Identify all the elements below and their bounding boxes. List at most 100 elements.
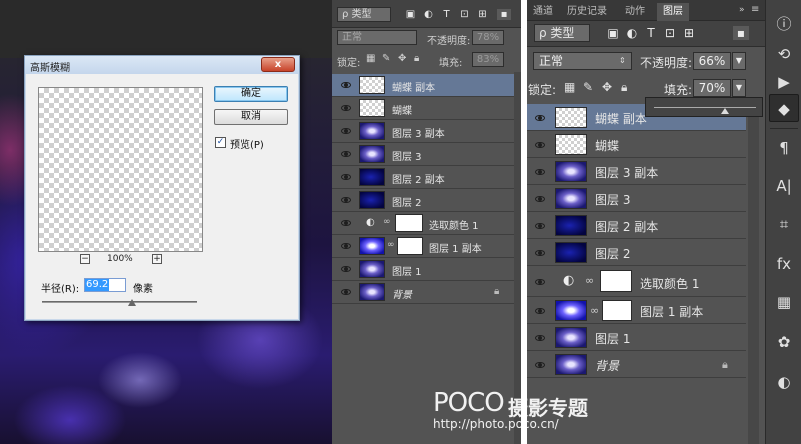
- fill-input[interactable]: 70%: [693, 79, 731, 97]
- ok-button[interactable]: 确定: [214, 86, 288, 102]
- visibility-eye-icon[interactable]: [341, 82, 351, 88]
- opacity-dropdown-icon[interactable]: ▼: [732, 52, 746, 70]
- visibility-eye-icon[interactable]: [341, 128, 351, 134]
- layer-row[interactable]: 背景 🔒︎: [332, 281, 514, 304]
- layer-row[interactable]: ◐ ∞ 选取颜色 1: [332, 212, 514, 235]
- layer-row[interactable]: 图层 3: [527, 185, 746, 212]
- visibility-eye-icon[interactable]: [535, 250, 545, 256]
- fill-dropdown-icon[interactable]: ▼: [732, 79, 746, 97]
- link-icon[interactable]: ∞: [383, 217, 391, 227]
- smart-object-filter-icon[interactable]: ⊞: [477, 9, 488, 20]
- layer-row[interactable]: 图层 3: [332, 143, 514, 166]
- tab-actions[interactable]: 动作: [619, 3, 651, 21]
- layer-row[interactable]: 背景 🔒︎: [527, 351, 746, 378]
- cancel-button[interactable]: 取消: [214, 109, 288, 125]
- link-icon[interactable]: ∞: [387, 240, 395, 250]
- preview-checkbox[interactable]: ✓: [215, 137, 226, 148]
- lock-all-icon[interactable]: 🔒︎: [621, 80, 627, 95]
- zoom-in-button[interactable]: +: [152, 254, 162, 264]
- smart-object-filter-icon[interactable]: ⊞: [682, 26, 696, 40]
- visibility-eye-icon[interactable]: [341, 289, 351, 295]
- lock-paint-icon[interactable]: ✎: [382, 53, 390, 64]
- visibility-eye-icon[interactable]: [341, 197, 351, 203]
- paragraph-icon[interactable]: ¶: [769, 134, 799, 162]
- close-icon[interactable]: x: [261, 57, 295, 72]
- visibility-eye-icon[interactable]: [341, 266, 351, 272]
- radius-slider[interactable]: [42, 301, 197, 303]
- link-icon[interactable]: ∞: [585, 274, 594, 287]
- type-filter-icon[interactable]: T: [441, 9, 452, 20]
- layer-row[interactable]: 图层 1: [527, 324, 746, 351]
- collapse-icon[interactable]: »: [739, 5, 745, 15]
- layer-row[interactable]: ◐ ∞ 选取颜色 1: [527, 266, 746, 297]
- radius-input[interactable]: 69.2: [84, 278, 126, 292]
- layer-row[interactable]: ∞ 图层 1 副本: [332, 235, 514, 258]
- filter-kind-select[interactable]: ρ 类型: [534, 24, 590, 42]
- visibility-eye-icon[interactable]: [535, 169, 545, 175]
- link-icon[interactable]: ∞: [590, 304, 599, 317]
- lock-move-icon[interactable]: ✥: [398, 53, 406, 64]
- radius-slider-thumb[interactable]: [128, 299, 136, 306]
- opacity-input[interactable]: 78%: [472, 30, 504, 45]
- info-icon[interactable]: ⓘ: [769, 10, 799, 38]
- layer-row[interactable]: 图层 3 副本: [332, 120, 514, 143]
- layer-mask-thumbnail[interactable]: [602, 300, 632, 321]
- visibility-eye-icon[interactable]: [535, 279, 545, 285]
- swatches-icon[interactable]: ▦: [769, 288, 799, 316]
- fill-input[interactable]: 83%: [472, 52, 504, 67]
- layers-icon[interactable]: ◆: [769, 94, 799, 122]
- lock-move-icon[interactable]: ✥: [602, 80, 612, 94]
- visibility-eye-icon[interactable]: [535, 115, 545, 121]
- panel-menu-icon[interactable]: ≡: [751, 4, 759, 15]
- blend-mode-select[interactable]: 正常: [533, 52, 632, 70]
- preview-pane[interactable]: [38, 87, 203, 252]
- blend-mode-select[interactable]: 正常: [337, 30, 417, 45]
- visibility-eye-icon[interactable]: [535, 142, 545, 148]
- lock-all-icon[interactable]: 🔒︎: [414, 53, 419, 64]
- layer-row[interactable]: 蝴蝶: [527, 131, 746, 158]
- history-icon[interactable]: ⟲: [769, 40, 799, 68]
- type-filter-icon[interactable]: T: [644, 26, 658, 40]
- visibility-eye-icon[interactable]: [535, 362, 545, 368]
- zoom-out-button[interactable]: −: [80, 254, 90, 264]
- layer-row[interactable]: ∞ 图层 1 副本: [527, 297, 746, 324]
- visibility-eye-icon[interactable]: [341, 220, 351, 226]
- layer-mask-thumbnail[interactable]: [397, 237, 423, 255]
- tab-channels[interactable]: 通道: [527, 3, 559, 21]
- lock-transparent-icon[interactable]: ▦: [564, 80, 575, 94]
- layer-row[interactable]: 图层 2 副本: [332, 166, 514, 189]
- lock-transparent-icon[interactable]: ▦: [366, 53, 375, 64]
- visibility-eye-icon[interactable]: [341, 151, 351, 157]
- fill-slider-thumb[interactable]: [721, 108, 730, 114]
- color-palette-icon[interactable]: ✿: [769, 328, 799, 356]
- layer-row[interactable]: 图层 3 副本: [527, 158, 746, 185]
- layer-mask-thumbnail[interactable]: [395, 214, 423, 232]
- opacity-input[interactable]: 66%: [693, 52, 731, 70]
- play-icon[interactable]: ▶: [769, 68, 799, 96]
- lock-paint-icon[interactable]: ✎: [583, 80, 593, 94]
- character-icon[interactable]: A|: [769, 172, 799, 200]
- image-filter-icon[interactable]: ▣: [606, 26, 620, 40]
- visibility-eye-icon[interactable]: [341, 174, 351, 180]
- tab-layers[interactable]: 图层: [657, 3, 689, 21]
- layers-scrollbar[interactable]: [514, 72, 521, 444]
- shape-filter-icon[interactable]: ⊡: [663, 26, 677, 40]
- paths-icon[interactable]: ⌗: [769, 210, 799, 238]
- visibility-eye-icon[interactable]: [535, 223, 545, 229]
- tab-history[interactable]: 历史记录: [561, 3, 613, 21]
- layers-scrollbar[interactable]: [748, 104, 759, 444]
- dialog-titlebar[interactable]: 高斯模糊 x: [25, 56, 299, 74]
- layer-row[interactable]: 蝴蝶: [332, 97, 514, 120]
- layer-row[interactable]: 图层 2: [527, 239, 746, 266]
- adjustment-filter-icon[interactable]: ◐: [423, 9, 434, 20]
- image-filter-icon[interactable]: ▣: [405, 9, 416, 20]
- adjustment-filter-icon[interactable]: ◐: [625, 26, 639, 40]
- visibility-eye-icon[interactable]: [535, 308, 545, 314]
- layer-row[interactable]: 蝴蝶 副本: [332, 74, 514, 97]
- fill-slider-popup[interactable]: [645, 97, 763, 117]
- shape-filter-icon[interactable]: ⊡: [459, 9, 470, 20]
- fill-slider-track[interactable]: [654, 107, 756, 108]
- visibility-eye-icon[interactable]: [341, 243, 351, 249]
- layer-row[interactable]: 图层 2: [332, 189, 514, 212]
- filter-toggle-icon[interactable]: ▪: [733, 26, 749, 40]
